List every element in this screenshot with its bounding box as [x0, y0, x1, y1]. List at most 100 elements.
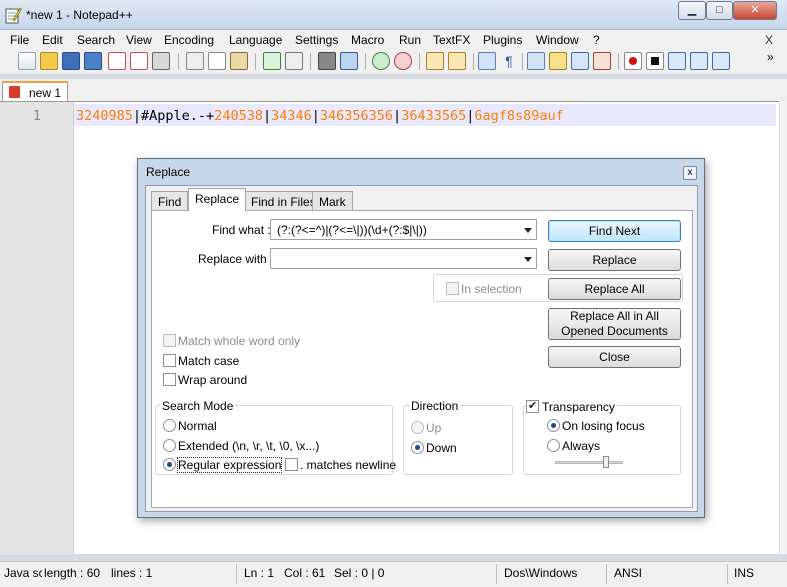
in-selection-checkbox[interactable]: [446, 282, 459, 295]
dialog-close-button[interactable]: x: [683, 166, 697, 180]
print-icon[interactable]: [152, 52, 170, 70]
menu-textfx[interactable]: TextFX: [433, 33, 470, 47]
toolbar-overflow-icon[interactable]: »: [767, 50, 774, 64]
tab-find[interactable]: Find: [151, 191, 189, 210]
close-button[interactable]: Close: [548, 346, 681, 368]
find-icon[interactable]: [318, 52, 336, 70]
paste-icon[interactable]: [230, 52, 248, 70]
user-lang-icon[interactable]: [549, 52, 567, 70]
find-what-value: (?:(?<=^)|(?<=\|))(\d+(?:$|\|)): [277, 223, 427, 237]
find-next-button[interactable]: Find Next: [548, 220, 681, 242]
match-whole-word-checkbox[interactable]: [163, 334, 176, 347]
title-bar: *new 1 - Notepad++ ▁ □ ✕: [0, 0, 787, 30]
extended-radio[interactable]: [163, 439, 176, 452]
sync-vertical-icon[interactable]: [426, 52, 444, 70]
minimize-button[interactable]: ▁: [678, 1, 706, 20]
direction-group: [403, 405, 513, 475]
replace-all-button[interactable]: Replace All: [548, 278, 681, 300]
stop-macro-icon[interactable]: [646, 52, 664, 70]
on-losing-focus-radio[interactable]: [547, 419, 560, 432]
notepad-plus-plus-icon: [5, 7, 22, 24]
menu-language[interactable]: Language: [229, 33, 282, 47]
wrap-around-checkbox[interactable]: [163, 373, 176, 386]
replace-with-combo[interactable]: [270, 248, 537, 269]
vertical-scrollbar[interactable]: [779, 101, 787, 554]
status-lines: lines : 1: [111, 566, 153, 580]
number-token: 3240985: [76, 108, 133, 124]
menu-view[interactable]: View: [126, 33, 152, 47]
menu-macro[interactable]: Macro: [351, 33, 384, 47]
zoom-out-icon[interactable]: [394, 52, 412, 70]
line-number: 1: [33, 109, 41, 124]
menu-search[interactable]: Search: [77, 33, 115, 47]
line-number-gutter: 1: [0, 102, 74, 555]
record-macro-icon[interactable]: [624, 52, 642, 70]
down-radio[interactable]: [411, 441, 424, 454]
code-line[interactable]: 3240985|#Apple.-+240538|34346|346356356|…: [76, 108, 564, 124]
menu-edit[interactable]: Edit: [42, 33, 63, 47]
redo-icon[interactable]: [285, 52, 303, 70]
tab-new-1[interactable]: new 1: [2, 81, 68, 101]
replace-all-opened-button[interactable]: Replace All in All Opened Documents: [548, 308, 681, 340]
doc-map-icon[interactable]: [571, 52, 589, 70]
cut-icon[interactable]: [186, 52, 204, 70]
replace-button[interactable]: Replace: [548, 249, 681, 271]
operator-token: |: [393, 108, 402, 124]
tab-mark[interactable]: Mark: [312, 191, 353, 210]
search-mode-title: Search Mode: [160, 399, 236, 413]
menu-file[interactable]: File: [10, 33, 29, 47]
save-macro-icon[interactable]: [712, 52, 730, 70]
transparency-checkbox[interactable]: [526, 399, 539, 413]
matches-newline-checkbox[interactable]: [285, 458, 298, 471]
menu-window[interactable]: Window: [536, 33, 579, 47]
operator-token: |: [262, 108, 272, 124]
replace-icon[interactable]: [340, 52, 358, 70]
maximize-button[interactable]: □: [706, 1, 733, 20]
menu-bar: File Edit Search View Encoding Language …: [0, 30, 787, 49]
undo-icon[interactable]: [263, 52, 281, 70]
always-radio[interactable]: [547, 439, 560, 452]
indent-guide-icon[interactable]: [527, 52, 545, 70]
number-token: 36433565: [401, 108, 467, 124]
regex-label: Regular expression: [176, 457, 283, 473]
function-list-icon[interactable]: [593, 52, 611, 70]
open-file-icon[interactable]: [40, 52, 58, 70]
transparency-slider-thumb[interactable]: [603, 456, 609, 468]
play-macro-icon[interactable]: [668, 52, 686, 70]
always-label: Always: [562, 439, 601, 453]
menu-run[interactable]: Run: [399, 33, 421, 47]
match-case-checkbox[interactable]: [163, 354, 176, 367]
run-macro-multiple-icon[interactable]: [690, 52, 708, 70]
word-wrap-icon[interactable]: [478, 52, 496, 70]
copy-icon[interactable]: [208, 52, 226, 70]
zoom-in-icon[interactable]: [372, 52, 390, 70]
status-language: Java sc: [4, 566, 42, 580]
sync-horizontal-icon[interactable]: [448, 52, 466, 70]
window-close-button[interactable]: ✕: [733, 1, 777, 20]
new-file-icon[interactable]: [18, 52, 36, 70]
menu-settings[interactable]: Settings: [295, 33, 338, 47]
tab-replace[interactable]: Replace: [188, 188, 247, 211]
menu-help[interactable]: ?: [593, 33, 600, 47]
normal-label: Normal: [178, 419, 217, 433]
up-radio[interactable]: [411, 421, 424, 434]
menu-plugins[interactable]: Plugins: [483, 33, 522, 47]
menu-encoding[interactable]: Encoding: [164, 33, 214, 47]
find-what-combo[interactable]: (?:(?<=^)|(?<=\|))(\d+(?:$|\|)): [270, 219, 537, 240]
transparency-slider-track[interactable]: [555, 461, 623, 464]
close-document-button[interactable]: X: [765, 33, 773, 47]
save-all-icon[interactable]: [84, 52, 102, 70]
normal-radio[interactable]: [163, 419, 176, 432]
chevron-down-icon[interactable]: [524, 257, 532, 262]
save-icon[interactable]: [62, 52, 80, 70]
close-icon[interactable]: [108, 52, 126, 70]
status-length: length : 60: [44, 566, 101, 580]
regex-radio[interactable]: [163, 458, 176, 471]
tab-label: new 1: [29, 86, 62, 100]
show-all-chars-icon[interactable]: ¶: [500, 52, 518, 70]
close-all-icon[interactable]: [130, 52, 148, 70]
tab-find-in-files[interactable]: Find in Files: [244, 191, 323, 210]
operator-token: |#Apple.-+: [132, 108, 215, 124]
direction-title: Direction: [409, 399, 461, 413]
chevron-down-icon[interactable]: [524, 228, 532, 233]
